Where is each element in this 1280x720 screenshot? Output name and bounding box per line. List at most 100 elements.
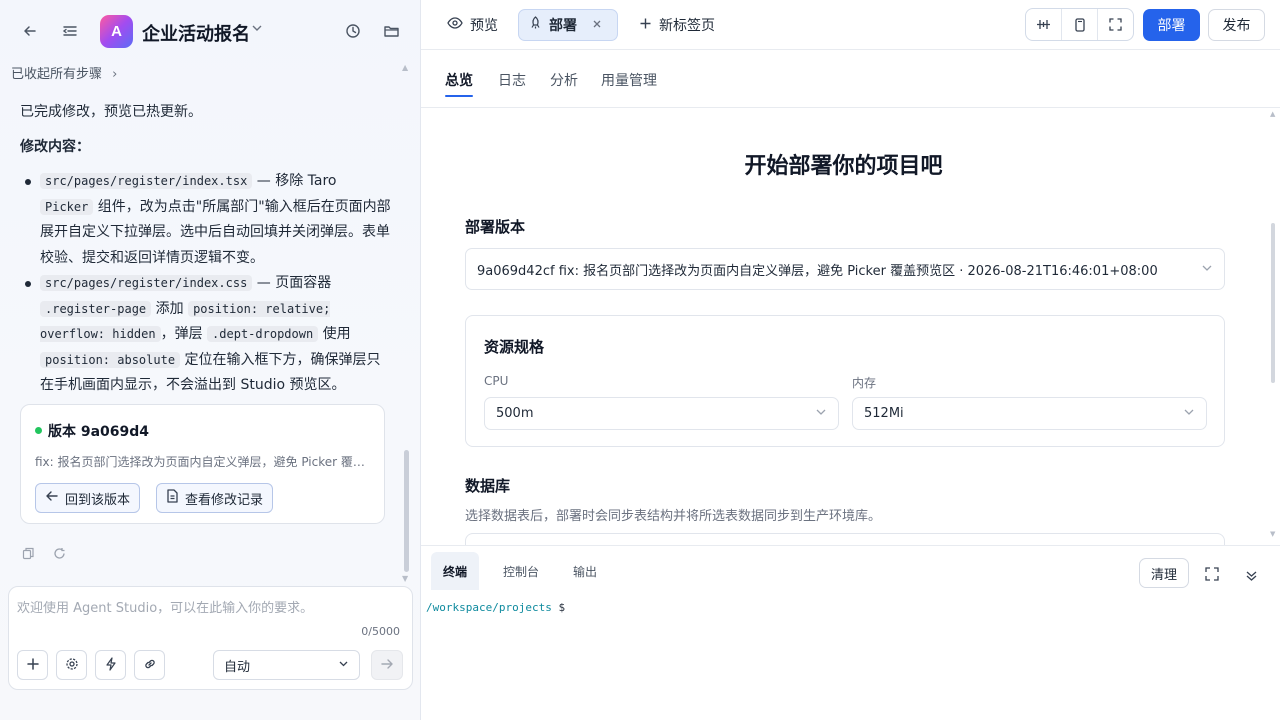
tab-analytics[interactable]: 分析 <box>550 70 578 90</box>
tab-logs[interactable]: 日志 <box>498 70 526 90</box>
tab-overview[interactable]: 总览 <box>445 70 473 97</box>
workspace-panel: 预览 部署 新标签页 部署 发布 总览 日志 分析 用量管理 开始部署你的项目吧… <box>421 0 1280 720</box>
tab-terminal[interactable]: 终端 <box>431 552 480 590</box>
version-select-value: 9a069d42cf fix: 报名页部门选择改为页面内自定义弹层，避免 Pic… <box>477 263 1158 279</box>
database-title: 数据库 <box>465 477 511 495</box>
send-button[interactable] <box>371 650 403 680</box>
resource-spec-card: 资源规格 CPU 500m 内存 512Mi <box>465 315 1225 447</box>
app-title[interactable]: 企业活动报名 <box>142 20 250 46</box>
add-button[interactable] <box>17 650 48 680</box>
collapsed-steps-toggle[interactable]: 已收起所有步骤 › <box>11 63 117 82</box>
scroll-up-icon[interactable]: ▲ <box>402 63 408 72</box>
terminal-symbol: $ <box>558 601 566 614</box>
deploy-button[interactable]: 部署 <box>1143 9 1200 41</box>
terminal[interactable]: /workspace/projects $ <box>421 595 1280 720</box>
database-description: 选择数据表后，部署时会同步表结构并将所选表数据同步到生产环境库。 <box>465 509 882 524</box>
plus-icon <box>26 656 40 675</box>
collapse-panel-icon[interactable] <box>1245 567 1258 586</box>
version-select[interactable]: 9a069d42cf fix: 报名页部门选择改为页面内自定义弹层，避免 Pic… <box>465 248 1225 290</box>
mobile-view-icon[interactable] <box>1062 9 1098 40</box>
tab-output[interactable]: 输出 <box>561 552 609 590</box>
inline-code: .dept-dropdown <box>207 326 319 342</box>
resource-title: 资源规格 <box>484 338 545 356</box>
cpu-select-value: 500m <box>496 406 534 421</box>
revert-version-button[interactable]: 回到该版本 <box>35 483 141 513</box>
page-title: 开始部署你的项目吧 <box>744 154 943 179</box>
tab-deploy-label: 部署 <box>549 18 577 34</box>
close-icon[interactable] <box>592 17 602 33</box>
settings-button[interactable] <box>56 650 87 680</box>
inline-code: src/pages/register/index.tsx <box>40 173 253 189</box>
tab-new[interactable]: 新标签页 <box>629 9 725 41</box>
tab-preview[interactable]: 预览 <box>437 9 508 41</box>
arrow-right-icon <box>380 656 394 675</box>
list-text: 添加 <box>151 300 189 317</box>
memory-label: 内存 <box>852 376 877 390</box>
list-text: 使用 <box>318 326 351 342</box>
copy-icon[interactable] <box>22 547 35 564</box>
split-view-icon[interactable] <box>1026 9 1062 40</box>
list-text: — 页面容器 <box>252 275 332 291</box>
back-arrow-icon[interactable] <box>20 21 40 41</box>
link-icon <box>143 656 157 675</box>
terminal-prompt: /workspace/projects $ <box>426 601 565 614</box>
terminal-path: /workspace/projects <box>426 601 552 614</box>
deploy-overview: 开始部署你的项目吧 部署版本 9a069d42cf fix: 报名页部门选择改为… <box>421 108 1280 545</box>
terminal-tabbar: 终端 控制台 输出 清理 <box>421 545 1280 595</box>
link-button[interactable] <box>134 650 165 680</box>
document-icon <box>166 489 179 507</box>
app-logo: A <box>100 15 133 48</box>
refresh-icon[interactable] <box>53 547 66 564</box>
scrollbar-thumb[interactable] <box>404 450 409 572</box>
tab-preview-label: 预览 <box>470 18 498 34</box>
scroll-up-icon[interactable]: ▲ <box>1270 110 1275 118</box>
list-item: src/pages/register/index.tsx — 移除 Taro P… <box>20 169 392 271</box>
list-text: — 移除 Taro <box>252 173 337 189</box>
tab-new-label: 新标签页 <box>659 18 715 34</box>
inline-code: position: absolute <box>40 351 181 368</box>
mode-select-value: 自动 <box>224 659 251 675</box>
menu-collapse-icon[interactable] <box>60 21 80 41</box>
chevron-down-icon <box>338 658 349 673</box>
fullscreen-icon[interactable] <box>1098 9 1133 40</box>
scroll-down-icon[interactable]: ▼ <box>1270 530 1275 538</box>
fullscreen-icon[interactable] <box>1205 566 1219 585</box>
history-icon[interactable] <box>343 21 363 41</box>
clear-button[interactable]: 清理 <box>1139 558 1189 588</box>
composer: 0/5000 自动 <box>8 586 413 690</box>
version-title: 版本 9a069d4 <box>48 424 150 440</box>
list-text: 组件，改为点击"所属部门"输入框后在页面内部展开自定义下拉弹层。选中后自动回填并… <box>40 198 391 266</box>
chevron-down-icon[interactable] <box>251 22 263 37</box>
quick-action-button[interactable] <box>95 650 126 680</box>
view-history-label: 查看修改记录 <box>185 492 264 508</box>
tab-console[interactable]: 控制台 <box>491 552 551 590</box>
change-list: src/pages/register/index.tsx — 移除 Taro P… <box>20 169 392 399</box>
workspace-tabbar: 预览 部署 新标签页 部署 发布 <box>421 0 1280 50</box>
publish-button[interactable]: 发布 <box>1208 9 1265 41</box>
agent-panel: A 企业活动报名 已收起所有步骤 › ▲ ▼ 已完成修改，预览已热更新。 修改内… <box>0 0 421 720</box>
version-description: fix: 报名页部门选择改为页面内自定义弹层，避免 Picker 覆盖预览区 <box>35 455 375 469</box>
list-text: ，弹层 <box>160 326 208 342</box>
inline-code: Picker <box>40 198 94 215</box>
assistant-message: 已完成修改，预览已热更新。 修改内容： src/pages/register/i… <box>20 100 392 399</box>
view-toggle-group <box>1025 8 1134 41</box>
chevron-down-icon <box>1201 262 1213 277</box>
content-scrollbar[interactable] <box>1271 223 1275 383</box>
memory-select[interactable]: 512Mi <box>852 397 1207 430</box>
chevron-right-icon: › <box>112 67 118 82</box>
cpu-select[interactable]: 500m <box>484 397 839 430</box>
mode-select[interactable]: 自动 <box>213 650 360 680</box>
tab-usage[interactable]: 用量管理 <box>601 70 657 90</box>
inline-code: .register-page <box>40 300 152 317</box>
arrow-left-icon <box>45 489 59 507</box>
prompt-input[interactable] <box>17 597 402 621</box>
version-title-row: 版本 9a069d4 <box>35 421 149 441</box>
tab-deploy[interactable]: 部署 <box>518 9 618 41</box>
lightning-icon <box>104 656 118 675</box>
view-history-button[interactable]: 查看修改记录 <box>156 483 274 513</box>
revert-version-label: 回到该版本 <box>65 492 131 508</box>
message-section-title: 修改内容： <box>20 138 90 155</box>
char-counter: 0/5000 <box>361 625 400 638</box>
folder-icon[interactable] <box>381 21 401 41</box>
scroll-down-icon[interactable]: ▼ <box>402 574 408 583</box>
